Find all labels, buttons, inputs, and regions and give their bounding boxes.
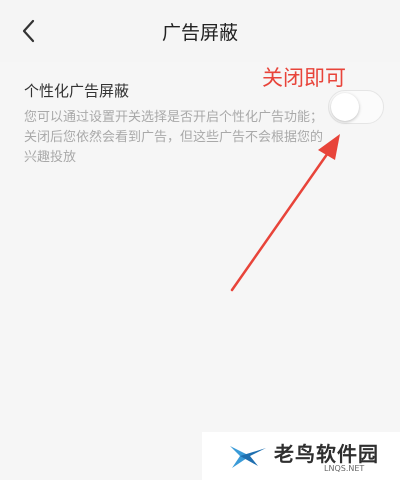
setting-description: 您可以通过设置开关选择是否开启个性化广告功能；关闭后您依然会看到广告，但这些广告… <box>24 110 324 165</box>
setting-title: 个性化广告屏蔽 <box>24 82 130 100</box>
bird-logo-icon <box>230 446 266 468</box>
settings-content: 个性化广告屏蔽 您可以通过设置开关选择是否开启个性化广告功能；关闭后您依然会看到… <box>0 62 400 480</box>
watermark: 老鸟软件园 LNQS.NET <box>202 432 400 480</box>
annotation-text: 关闭即可 <box>262 66 346 90</box>
page-title: 广告屏蔽 <box>161 22 238 44</box>
watermark-domain: LNQS.NET <box>324 464 365 473</box>
toggle-knob[interactable] <box>331 93 359 121</box>
watermark-name: 老鸟软件园 <box>274 442 379 466</box>
app-header: 广告屏蔽 <box>0 0 400 62</box>
personalized-ads-toggle[interactable] <box>328 90 384 124</box>
